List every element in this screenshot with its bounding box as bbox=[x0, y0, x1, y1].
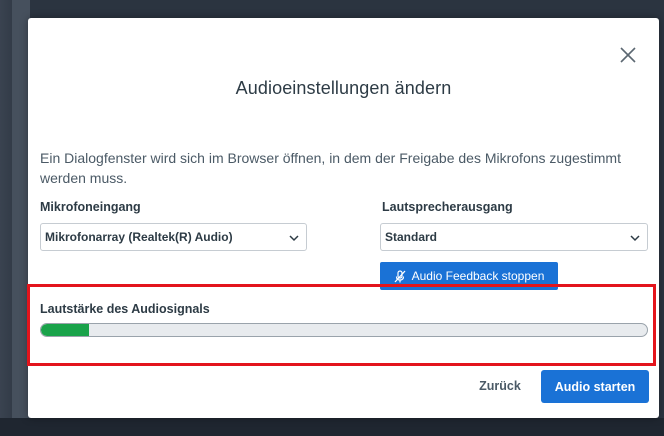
volume-label: Lautstärke des Audiosignals bbox=[40, 302, 210, 316]
volume-meter-fill bbox=[41, 324, 90, 336]
start-audio-button[interactable]: Audio starten bbox=[541, 370, 649, 403]
chevron-down-icon bbox=[289, 235, 299, 242]
close-icon[interactable] bbox=[617, 44, 639, 66]
volume-meter bbox=[40, 323, 648, 337]
speaker-label: Lautsprecherausgang bbox=[382, 200, 513, 214]
dialog-description: Ein Dialogfenster wird sich im Browser ö… bbox=[40, 150, 621, 186]
dialog-title: Audioeinstellungen ändern bbox=[235, 78, 452, 98]
microphone-select[interactable]: Mikrofonarray (Realtek(R) Audio) bbox=[40, 223, 307, 251]
microphone-off-icon bbox=[394, 269, 406, 282]
back-button[interactable]: Zurück bbox=[472, 371, 528, 401]
microphone-select-value: Mikrofonarray (Realtek(R) Audio) bbox=[45, 230, 233, 244]
speaker-select[interactable]: Standard bbox=[380, 223, 648, 251]
audio-feedback-stop-label: Audio Feedback stoppen bbox=[411, 269, 545, 283]
microphone-label: Mikrofoneingang bbox=[40, 200, 141, 214]
speaker-select-value: Standard bbox=[385, 230, 438, 244]
background-footer bbox=[0, 418, 664, 436]
chevron-down-icon bbox=[630, 235, 640, 242]
